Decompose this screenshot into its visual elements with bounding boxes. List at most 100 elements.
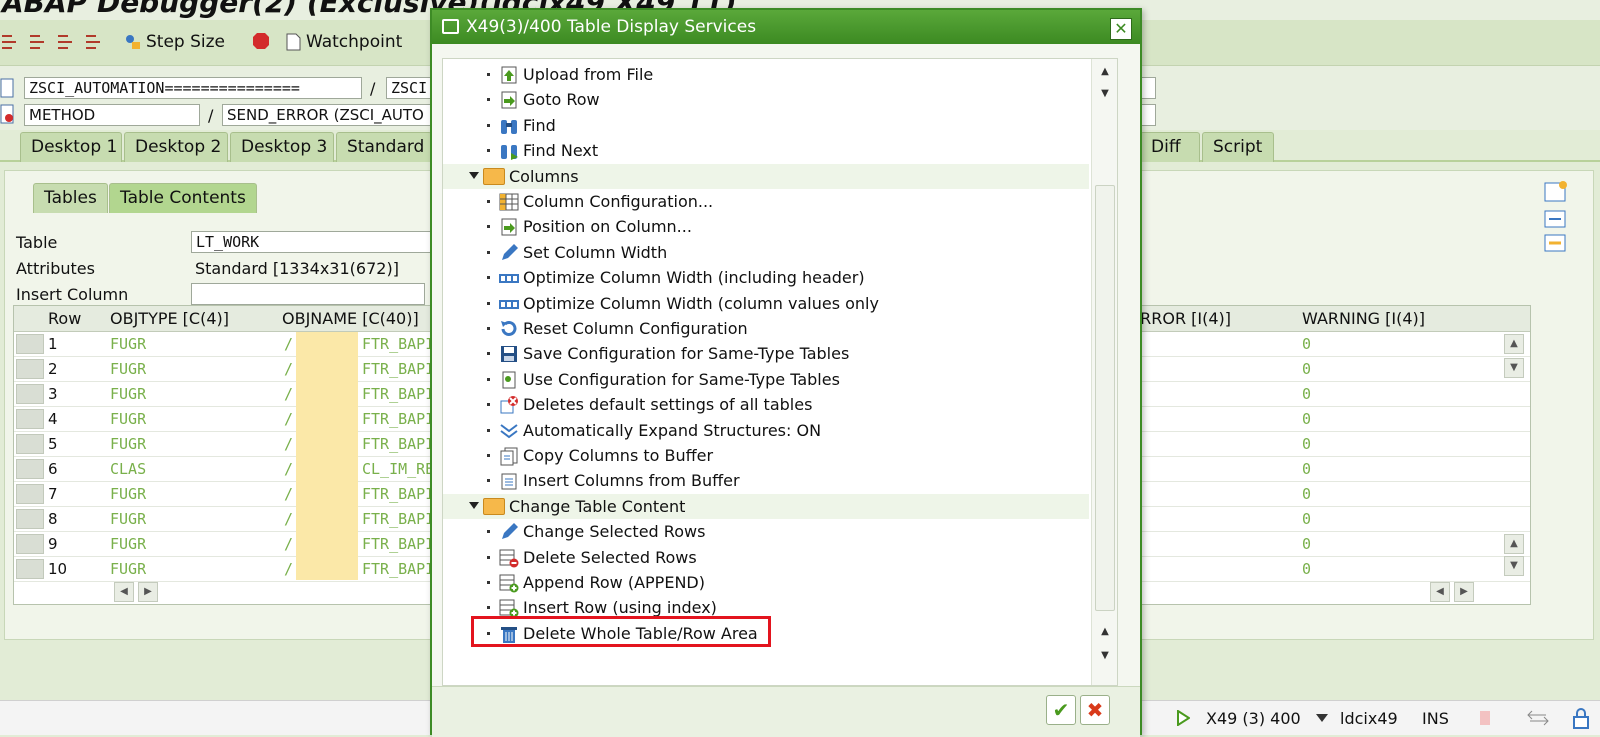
- scroll-left-icon[interactable]: ◀: [114, 582, 134, 602]
- subtab-tables[interactable]: Tables: [33, 183, 108, 213]
- tree-item[interactable]: Position on Column...: [443, 214, 1089, 239]
- bullet-icon: [487, 454, 490, 457]
- expand-triangle-icon[interactable]: [469, 501, 479, 509]
- tree-folder[interactable]: Change Table Content: [443, 493, 1089, 519]
- header-objtype[interactable]: OBJTYPE [C(4)]: [110, 309, 229, 328]
- tree-scrollbar[interactable]: ▲ ▼ ▲ ▼: [1091, 59, 1117, 685]
- cell-objname: FTR_BAPI: [362, 560, 435, 578]
- tab-desktop-1[interactable]: Desktop 1: [20, 132, 122, 162]
- position-icon: [499, 217, 519, 237]
- tab-diff[interactable]: Diff: [1140, 132, 1200, 162]
- cell-row: 7: [48, 485, 58, 503]
- row-selector[interactable]: [16, 559, 44, 579]
- scroll-thumb[interactable]: [1095, 185, 1115, 611]
- table-field[interactable]: LT_WORK: [191, 231, 431, 253]
- tree-item-label: Deletes default settings of all tables: [523, 395, 813, 415]
- chevron-down-icon[interactable]: [1316, 714, 1328, 724]
- scroll-down-icon[interactable]: ▼: [1098, 87, 1112, 101]
- expand-triangle-icon[interactable]: [469, 171, 479, 179]
- redacted-area: [296, 332, 358, 580]
- tree-item[interactable]: Find: [443, 113, 1089, 138]
- tree-item[interactable]: Optimize Column Width (column values onl…: [443, 291, 1089, 316]
- row-selector[interactable]: [16, 334, 44, 354]
- tab-desktop-2[interactable]: Desktop 2: [124, 132, 228, 162]
- cell-objname-prefix: /: [284, 560, 294, 578]
- tree-item[interactable]: Reset Column Configuration: [443, 316, 1089, 341]
- tree-item[interactable]: Copy Columns to Buffer: [443, 443, 1089, 468]
- tree-item[interactable]: Insert Columns from Buffer: [443, 468, 1089, 493]
- close-icon[interactable]: ✕: [1110, 18, 1132, 40]
- cell-objtype: FUGR: [110, 410, 147, 428]
- step-size-button[interactable]: Step Size: [124, 32, 225, 52]
- watchpoint-label: Watchpoint: [306, 32, 403, 52]
- tree-item[interactable]: Goto Row: [443, 87, 1089, 112]
- row-selector[interactable]: [16, 484, 44, 504]
- tree-item[interactable]: Find Next: [443, 138, 1089, 163]
- cell-objtype: FUGR: [110, 510, 147, 528]
- table-label: Table: [16, 233, 58, 252]
- scroll-right-right-icon[interactable]: ▶: [1454, 582, 1474, 602]
- step-icons[interactable]: [0, 32, 112, 54]
- program-field[interactable]: ZSCI_AUTOMATION===============: [24, 77, 362, 99]
- header-warning[interactable]: WARNING [I(4)]: [1302, 309, 1425, 328]
- header-row[interactable]: Row: [48, 309, 81, 328]
- header-error[interactable]: ERROR [I(4)]: [1130, 309, 1231, 328]
- side-tool-icons[interactable]: [1543, 181, 1569, 257]
- scroll-down-bottom-icon[interactable]: ▼: [1504, 556, 1524, 576]
- tree-item[interactable]: Save Configuration for Same-Type Tables: [443, 341, 1089, 366]
- scroll-up-icon[interactable]: ▲: [1098, 65, 1112, 79]
- cell-row: 4: [48, 410, 58, 428]
- status-system: X49 (3) 400: [1206, 709, 1301, 728]
- cancel-button[interactable]: ✖: [1080, 695, 1110, 725]
- tree-item[interactable]: Use Configuration for Same-Type Tables: [443, 367, 1089, 392]
- cell-row: 5: [48, 435, 58, 453]
- type-field[interactable]: METHOD: [24, 104, 200, 126]
- scroll-up-bottom-icon[interactable]: ▲: [1504, 534, 1524, 554]
- watchpoint-button[interactable]: Watchpoint: [284, 32, 402, 52]
- row-selector[interactable]: [16, 459, 44, 479]
- tree-item[interactable]: Upload from File: [443, 62, 1089, 87]
- tree-item[interactable]: Set Column Width: [443, 240, 1089, 265]
- row-selector[interactable]: [16, 534, 44, 554]
- scroll-right-icon[interactable]: ▶: [138, 582, 158, 602]
- insert-column-field[interactable]: [191, 283, 425, 305]
- tree-folder[interactable]: Columns: [443, 163, 1089, 189]
- tree-item[interactable]: Deletes default settings of all tables: [443, 392, 1089, 417]
- cell-objname: FTR_BAPI: [362, 385, 435, 403]
- tree-item[interactable]: Optimize Column Width (including header): [443, 265, 1089, 290]
- tree-item[interactable]: Append Row (APPEND): [443, 570, 1089, 595]
- header-objname[interactable]: OBJNAME [C(40)]: [282, 309, 419, 328]
- tab-standard[interactable]: Standard: [336, 132, 432, 162]
- cell-objname-prefix: /: [284, 535, 294, 553]
- row-selector[interactable]: [16, 509, 44, 529]
- dialog-titlebar[interactable]: X49(3)/400 Table Display Services ✕: [432, 10, 1140, 44]
- row-selector[interactable]: [16, 359, 44, 379]
- tree-item[interactable]: Change Selected Rows: [443, 519, 1089, 544]
- transfer-icon[interactable]: [1526, 709, 1550, 727]
- scroll-down-bottom-icon[interactable]: ▼: [1098, 649, 1112, 663]
- cell-row: 2: [48, 360, 58, 378]
- subtab-table-contents[interactable]: Table Contents: [109, 183, 257, 213]
- tab-script[interactable]: Script: [1202, 132, 1274, 162]
- row-selector[interactable]: [16, 434, 44, 454]
- cell-objname: FTR_BAPI: [362, 535, 435, 553]
- scroll-up-icon[interactable]: ▲: [1504, 334, 1524, 354]
- tree-item[interactable]: Column Configuration...: [443, 189, 1089, 214]
- event-field[interactable]: SEND_ERROR (ZSCI_AUTO: [222, 104, 432, 126]
- watchpoint-icon: [286, 33, 301, 51]
- ok-button[interactable]: ✔: [1046, 695, 1076, 725]
- program-field-2[interactable]: ZSCI: [386, 77, 432, 99]
- tree-item[interactable]: Delete Selected Rows: [443, 545, 1089, 570]
- scroll-left-right-icon[interactable]: ◀: [1430, 582, 1450, 602]
- tree-item-label: Find Next: [523, 141, 599, 161]
- stop-button[interactable]: [252, 32, 270, 50]
- insert-buffer-icon: [499, 471, 519, 491]
- bullet-icon: [487, 98, 490, 102]
- tab-desktop-3[interactable]: Desktop 3: [230, 132, 334, 162]
- row-selector[interactable]: [16, 409, 44, 429]
- tree-item[interactable]: Automatically Expand Structures: ON: [443, 418, 1089, 443]
- scroll-up-bottom-icon[interactable]: ▲: [1098, 625, 1112, 639]
- play-icon[interactable]: [1176, 710, 1190, 726]
- row-selector[interactable]: [16, 384, 44, 404]
- scroll-down-icon[interactable]: ▼: [1504, 358, 1524, 378]
